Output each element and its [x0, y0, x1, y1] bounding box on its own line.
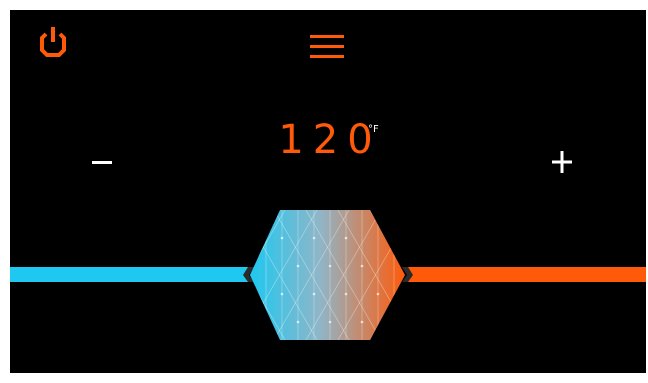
hamburger-menu-icon — [310, 35, 344, 58]
increase-button[interactable] — [540, 140, 584, 184]
thermostat-screen: 120 °F — [10, 10, 646, 373]
temperature-unit: °F — [368, 124, 379, 135]
slider-track-warm — [408, 267, 646, 282]
plus-icon — [552, 151, 572, 173]
temperature-slider[interactable] — [10, 200, 646, 350]
slider-track-cool — [10, 267, 248, 282]
decrease-button[interactable] — [80, 140, 124, 184]
menu-button[interactable] — [306, 32, 348, 62]
temperature-value: 120 — [278, 117, 382, 163]
thumb-hexagon — [250, 210, 405, 340]
power-button[interactable] — [36, 26, 70, 60]
power-icon — [40, 27, 66, 57]
minus-icon — [92, 161, 112, 164]
temperature-display: 120 °F — [210, 118, 450, 178]
